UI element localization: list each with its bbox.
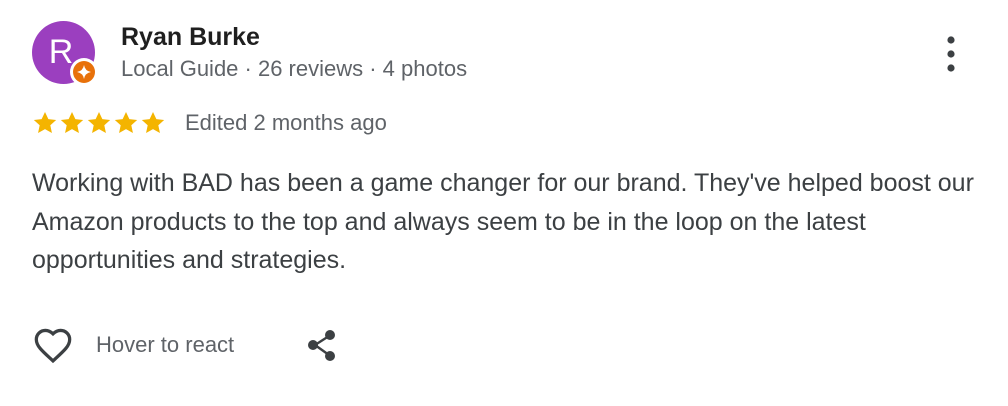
reviewer-meta[interactable]: Local Guide · 26 reviews · 4 photos — [121, 55, 467, 83]
star-rating — [32, 110, 166, 138]
review-card: R Ryan Burke Local Guide · 26 reviews · … — [0, 0, 1008, 406]
react-button[interactable]: Hover to react — [30, 322, 234, 368]
star-icon — [87, 111, 111, 133]
local-guide-badge-icon — [70, 58, 98, 86]
review-text: Working with BAD has been a game changer… — [32, 169, 974, 274]
react-label: Hover to react — [96, 332, 235, 357]
edited-timestamp: Edited 2 months ago — [185, 110, 387, 135]
more-options-button[interactable] — [935, 30, 967, 78]
star-icon — [33, 111, 57, 133]
heart-outline-icon — [34, 328, 72, 364]
star-icon — [60, 111, 84, 133]
more-vert-icon — [947, 36, 955, 72]
reviewer-name[interactable]: Ryan Burke — [121, 21, 260, 53]
star-icon — [141, 111, 165, 133]
star-icon — [114, 111, 138, 133]
share-button[interactable] — [302, 325, 342, 365]
share-icon — [308, 330, 335, 361]
